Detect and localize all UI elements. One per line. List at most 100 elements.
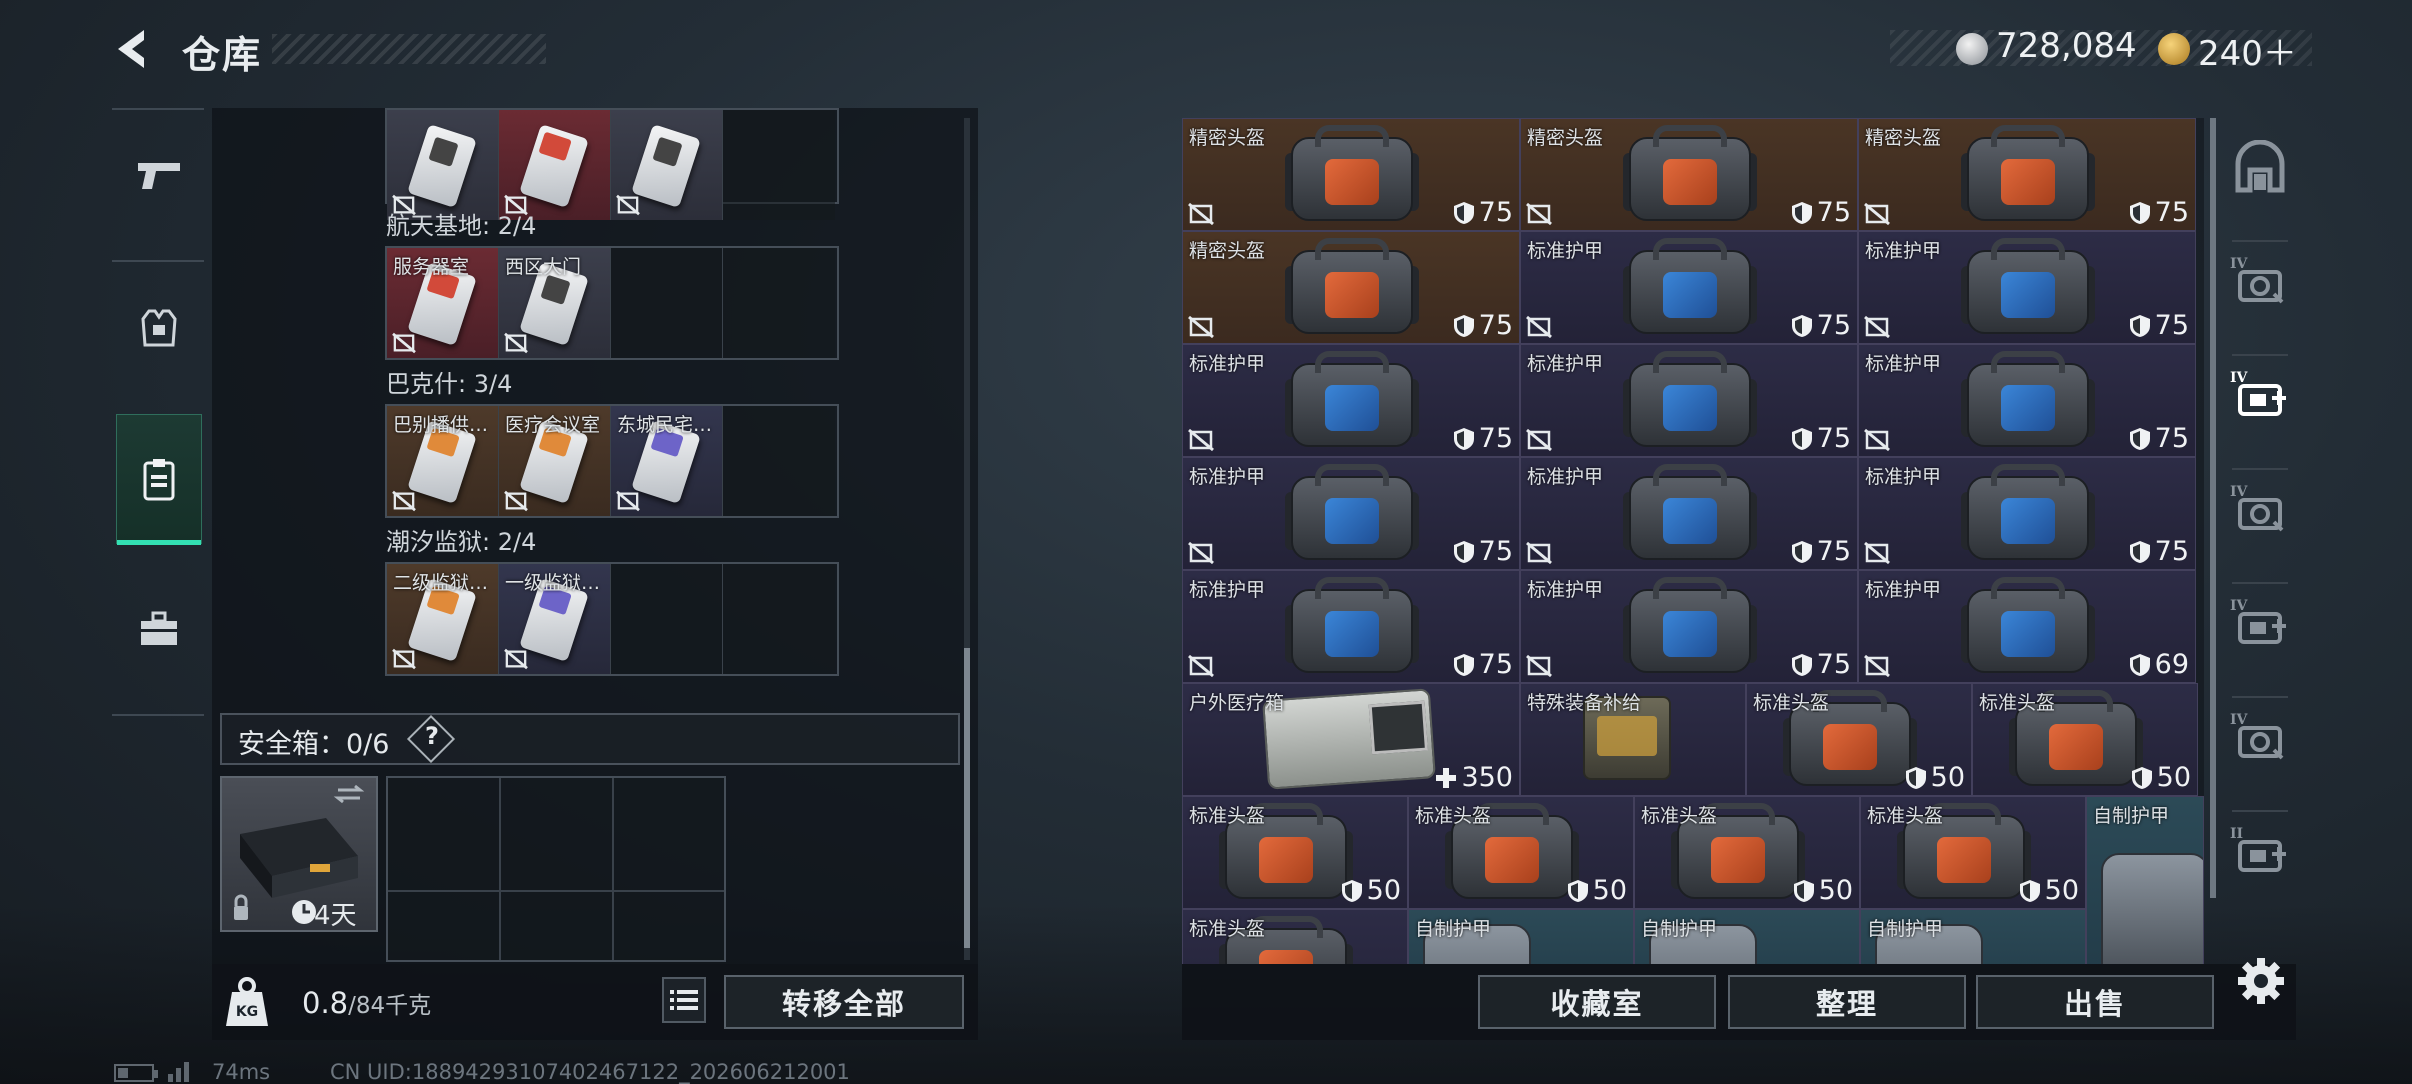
item-durability: 75 [1791,423,1851,454]
item-name: 标准头盔 [1189,918,1266,940]
empty-keycard-slot[interactable] [723,406,835,516]
keycard-slot[interactable] [611,110,723,220]
keycard-slot[interactable] [499,110,611,220]
helmet-image [1961,123,2095,227]
keycard-slot[interactable]: 医疗会议室 [499,406,611,516]
keycard-slot[interactable]: 服务器室 [387,248,499,358]
durability-shield-icon [2129,540,2150,563]
sort-button[interactable]: 整理 [1728,975,1966,1029]
transfer-all-button[interactable]: 转移全部 [724,975,964,1029]
help-icon-mark[interactable]: ? [422,722,442,750]
nav-keycards[interactable] [116,414,202,545]
inventory-item[interactable]: 标准头盔 50 [1634,796,1860,909]
keycard-slot[interactable]: 西区大门 [499,248,611,358]
safe-box-duration: 4天 [314,901,357,931]
item-durability-value: 75 [1816,649,1851,680]
sell-button[interactable]: 出售 [1976,975,2214,1029]
inventory-item[interactable]: 标准护甲 75 [1858,457,2196,570]
inventory-item[interactable]: 标准护甲 75 [1520,344,1858,457]
inventory-item[interactable]: 标准护甲 75 [1520,231,1858,344]
page-title: 仓库 [182,33,263,77]
tier3-medkit-button[interactable]: II [2228,820,2292,884]
no-insurance-icon [392,332,416,354]
storage-room-button[interactable] [2228,136,2292,200]
durability-shield-icon [1341,879,1362,902]
nav-toolbox[interactable] [116,564,202,694]
keycard-slot[interactable] [387,110,499,220]
inventory-item[interactable]: 自制护甲 [1408,909,1634,964]
item-name: 标准护甲 [1189,466,1266,488]
item-durability-value: 75 [1816,423,1851,454]
right-scrollbar-thumb[interactable] [2210,118,2216,898]
inventory-item[interactable]: 精密头盔 75 [1858,118,2196,231]
inventory-item[interactable]: 精密头盔 75 [1520,118,1858,231]
list-view-button[interactable] [662,977,706,1023]
inventory-item[interactable]: 标准护甲 75 [1182,570,1520,683]
item-name: 标准头盔 [1753,692,1830,714]
inventory-item[interactable]: 标准头盔 50 [1860,796,2086,909]
category-separator [2232,696,2288,698]
keycard-slot[interactable]: 东城民宅… [611,406,723,516]
item-name: 标准护甲 [1527,353,1604,375]
nav-equipment[interactable] [116,264,202,394]
inventory-item[interactable]: 标准头盔 50 [1746,683,1972,796]
durability-shield-icon [2129,314,2150,337]
item-durability-value: 75 [2154,423,2189,454]
inventory-item[interactable]: 标准头盔 50 [1972,683,2198,796]
gear-icon[interactable] [2236,956,2286,1006]
inventory-item[interactable]: 标准护甲 75 [1182,457,1520,570]
armor-image [1961,349,2095,453]
inventory-item[interactable]: 自制护甲 [2086,796,2204,964]
empty-keycard-slot[interactable] [723,110,835,220]
item-durability: 75 [1453,423,1513,454]
inventory-item[interactable]: 标准护甲 75 [1182,344,1520,457]
inventory-item[interactable]: 精密头盔 75 [1182,231,1520,344]
keycard-name: 西区大门 [505,256,582,278]
no-insurance-icon [1188,315,1214,339]
inventory-item[interactable]: 自制护甲 [1634,909,1860,964]
tier4-medical-button[interactable]: IV [2228,364,2292,428]
keycard-slot[interactable]: 二级监狱… [387,564,499,674]
tier4-weapon2-button[interactable]: IV [2228,706,2292,770]
empty-keycard-slot[interactable] [611,564,723,674]
inventory-item[interactable]: 特殊装备补给 [1520,683,1746,796]
item-durability: 75 [2129,197,2189,228]
safe-box-grid[interactable] [386,776,726,962]
category-separator [2232,810,2288,812]
tier4-container-button[interactable]: IV [2228,478,2292,542]
back-arrow-icon[interactable] [110,26,156,72]
inventory-item[interactable]: 户外医疗箱 350 [1182,683,1520,796]
inventory-item[interactable]: 标准护甲 75 [1520,570,1858,683]
collection-room-button[interactable]: 收藏室 [1478,975,1716,1029]
item-durability-value: 75 [1816,536,1851,567]
empty-keycard-slot[interactable] [723,564,835,674]
tier4-weapon-button[interactable]: IV [2228,250,2292,314]
item-durability-value: 50 [2156,762,2191,793]
item-durability: 75 [1791,536,1851,567]
empty-keycard-slot[interactable] [611,248,723,358]
inventory-item[interactable]: 标准头盔 [1182,909,1408,964]
empty-keycard-slot[interactable] [723,248,835,358]
inventory-item[interactable]: 标准头盔 50 [1182,796,1408,909]
nav-weapons[interactable] [116,110,202,240]
inventory-item[interactable]: 标准护甲 69 [1858,570,2196,683]
keycard-slot[interactable]: 一级监狱… [499,564,611,674]
inventory-item[interactable]: 自制护甲 [1860,909,2086,964]
item-durability-value: 69 [2154,649,2189,680]
inventory-item[interactable]: 标准头盔 50 [1408,796,1634,909]
inventory-item[interactable]: 标准护甲 75 [1520,457,1858,570]
no-insurance-icon [1526,428,1552,452]
helmet-image [1285,236,1419,340]
inventory-item[interactable]: 标准护甲 75 [1858,231,2196,344]
nav-separator [112,260,204,262]
gold-balance[interactable]: 240＋ [2198,26,2297,75]
inventory-item[interactable]: 标准护甲 75 [1858,344,2196,457]
tier4-medkit-button[interactable]: IV [2228,592,2292,656]
item-durability: 75 [2129,423,2189,454]
inventory-item[interactable]: 精密头盔 75 [1182,118,1520,231]
pistol-icon [138,163,180,189]
item-durability: 75 [1791,649,1851,680]
left-scrollbar-thumb[interactable] [964,648,970,948]
no-insurance-icon [1188,541,1214,565]
keycard-slot[interactable]: 巴别播供… [387,406,499,516]
